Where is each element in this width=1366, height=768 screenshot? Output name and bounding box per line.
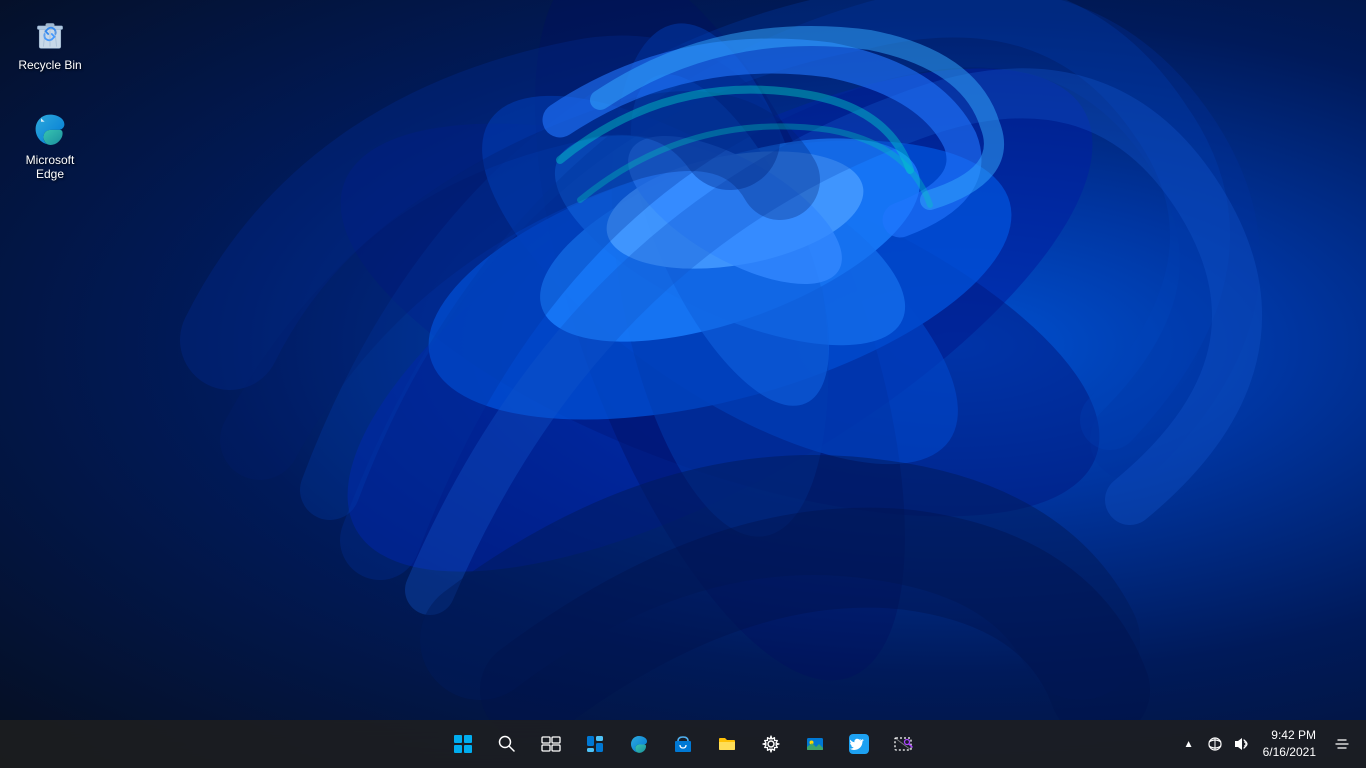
- wallpaper-bloom: [180, 0, 1280, 768]
- photos-button[interactable]: [795, 724, 835, 764]
- taskbar: ▲ 9:42 PM: [0, 720, 1366, 768]
- edge-desktop-icon[interactable]: Microsoft Edge: [10, 105, 90, 186]
- date-display: 6/16/2021: [1263, 744, 1316, 761]
- search-button[interactable]: [487, 724, 527, 764]
- edge-label: Microsoft Edge: [14, 153, 86, 182]
- recycle-bin-image: [30, 14, 70, 54]
- start-button[interactable]: [443, 724, 483, 764]
- volume-icon[interactable]: [1229, 732, 1253, 756]
- task-view-button[interactable]: [531, 724, 571, 764]
- store-button[interactable]: [663, 724, 703, 764]
- settings-button[interactable]: [751, 724, 791, 764]
- time-display: 9:42 PM: [1271, 727, 1316, 744]
- notification-center-button[interactable]: [1326, 724, 1358, 764]
- widgets-button[interactable]: [575, 724, 615, 764]
- show-hidden-icons-button[interactable]: ▲: [1177, 732, 1201, 756]
- recycle-bin-icon[interactable]: Recycle Bin: [10, 10, 90, 76]
- file-explorer-button[interactable]: [707, 724, 747, 764]
- twitter-button[interactable]: [839, 724, 879, 764]
- recycle-bin-label: Recycle Bin: [18, 58, 81, 72]
- edge-image: [30, 109, 70, 149]
- taskbar-center: [443, 724, 923, 764]
- snip-button[interactable]: [883, 724, 923, 764]
- edge-taskbar-button[interactable]: [619, 724, 659, 764]
- clock-area[interactable]: 9:42 PM 6/16/2021: [1255, 725, 1324, 763]
- taskbar-right: ▲ 9:42 PM: [1177, 724, 1358, 764]
- network-icon[interactable]: [1203, 732, 1227, 756]
- desktop: Recycle Bin: [0, 0, 1366, 768]
